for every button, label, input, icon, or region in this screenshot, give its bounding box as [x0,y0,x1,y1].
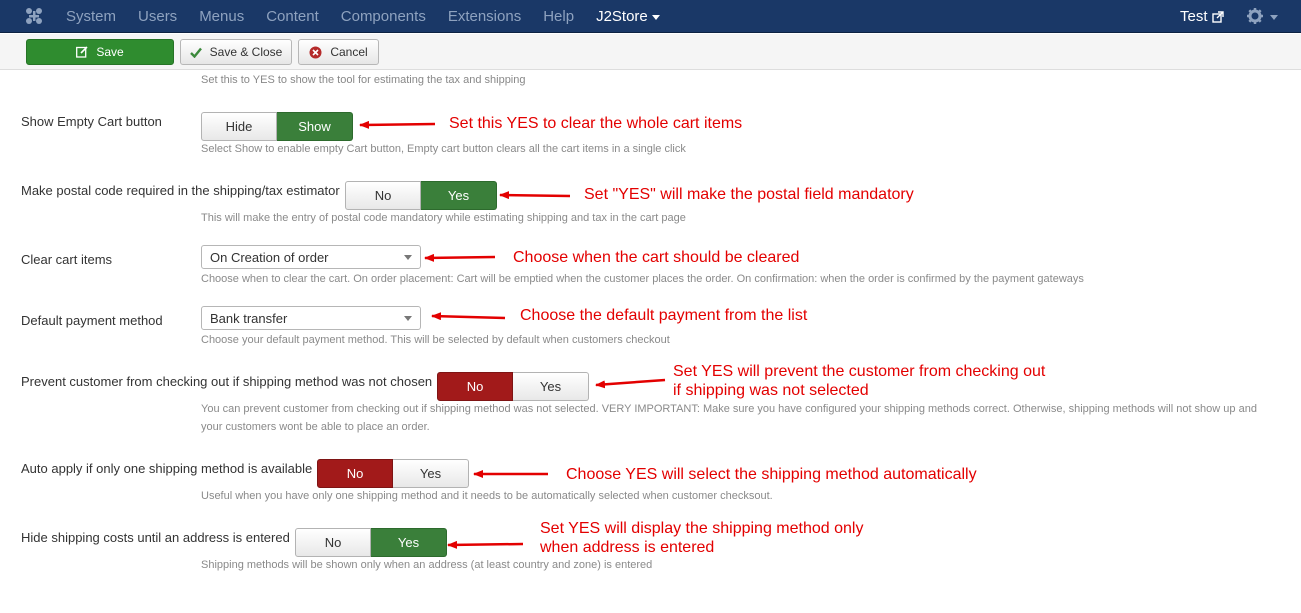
save-button[interactable]: Save [26,39,174,65]
prevent-checkout-toggle: No Yes [437,372,589,401]
menu-help[interactable]: Help [543,8,574,25]
edit-icon [76,46,88,58]
prevent-checkout-yes-option[interactable]: Yes [513,372,589,401]
menu-system[interactable]: System [66,8,116,25]
cancel-circle-icon [309,46,322,59]
auto-apply-toggle: No Yes [317,459,469,488]
prevent-checkout-annotation-line1: Set YES will prevent the customer from c… [673,363,1046,380]
external-link-icon [1211,10,1224,23]
menu-content[interactable]: Content [266,8,319,25]
gear-chevron-icon [1270,15,1278,20]
arrow-hide-shipping [447,540,524,549]
empty-cart-annotation: Set this YES to clear the whole cart ite… [449,115,743,132]
prevent-checkout-annotation-line2: if shipping was not selected [673,382,869,399]
clear-cart-selected-value: On Creation of order [210,249,329,265]
auto-apply-annotation: Choose YES will select the shipping meth… [566,466,977,483]
arrow-clear-cart [424,253,496,262]
chevron-down-icon [651,14,660,20]
select-arrow-icon [404,255,412,260]
user-menu[interactable]: Test [1180,0,1224,33]
menu-j2store-label: J2Store [596,8,648,25]
clear-cart-help: Choose when to clear the cart. On order … [201,273,1084,285]
arrow-prevent-checkout [595,378,666,389]
menu-j2store[interactable]: J2Store [596,8,660,25]
postal-required-help: This will make the entry of postal code … [201,212,686,224]
top-navbar: System Users Menus Content Components Ex… [0,0,1301,33]
postal-required-toggle: No Yes [345,181,497,210]
hide-shipping-toggle: No Yes [295,528,447,557]
empty-cart-help: Select Show to enable empty Cart button,… [201,143,686,155]
clear-cart-select[interactable]: On Creation of order [201,245,421,269]
auto-apply-help: Useful when you have only one shipping m… [201,490,773,502]
postal-required-label: Make postal code required in the shippin… [21,183,340,198]
payment-method-select[interactable]: Bank transfer [201,306,421,330]
hide-shipping-annotation-line1: Set YES will display the shipping method… [540,520,864,537]
hide-shipping-yes-option[interactable]: Yes [371,528,447,557]
save-button-label: Save [96,45,124,59]
cancel-button[interactable]: Cancel [298,39,379,65]
main-menu: System Users Menus Content Components Ex… [66,0,682,33]
prevent-checkout-help-line1: You can prevent customer from checking o… [201,403,1257,415]
hide-shipping-label: Hide shipping costs until an address is … [21,530,290,545]
gear-icon[interactable] [1246,7,1264,25]
save-close-button-label: Save & Close [209,45,283,59]
empty-cart-show-option[interactable]: Show [277,112,353,141]
clear-cart-label: Clear cart items [21,252,113,267]
menu-menus[interactable]: Menus [199,8,244,25]
auto-apply-label: Auto apply if only one shipping method i… [21,461,313,476]
toolbar: Save Save & Close Cancel [0,34,1301,70]
payment-method-label: Default payment method [21,313,163,328]
cancel-button-label: Cancel [330,45,368,59]
arrow-payment-method [431,312,506,321]
hide-shipping-annotation-line2: when address is entered [540,539,715,556]
hide-shipping-help: Shipping methods will be shown only when… [201,559,653,571]
prevent-checkout-help-line2: your customers wont be able to place an … [201,421,430,433]
save-close-button[interactable]: Save & Close [180,39,292,65]
user-name: Test [1180,8,1208,25]
arrow-postal-required [499,191,571,200]
payment-method-help: Choose your default payment method. This… [201,334,670,346]
check-icon [189,47,202,58]
payment-method-selected-value: Bank transfer [210,310,288,326]
estimator-help-text: Set this to YES to show the tool for est… [201,74,526,86]
hide-shipping-no-option[interactable]: No [295,528,371,557]
empty-cart-label: Show Empty Cart button [21,114,162,129]
menu-users[interactable]: Users [138,8,177,25]
menu-extensions[interactable]: Extensions [448,8,521,25]
joomla-logo-icon[interactable] [24,6,44,26]
clear-cart-annotation: Choose when the cart should be cleared [513,249,800,266]
payment-method-annotation: Choose the default payment from the list [520,307,808,324]
select-arrow-icon [404,316,412,321]
empty-cart-toggle: Hide Show [201,112,353,141]
prevent-checkout-no-option[interactable]: No [437,372,513,401]
empty-cart-hide-option[interactable]: Hide [201,112,277,141]
postal-required-yes-option[interactable]: Yes [421,181,497,210]
menu-components[interactable]: Components [341,8,426,25]
auto-apply-no-option[interactable]: No [317,459,393,488]
arrow-empty-cart [359,120,436,129]
auto-apply-yes-option[interactable]: Yes [393,459,469,488]
postal-required-annotation: Set "YES" will make the postal field man… [584,186,914,203]
postal-required-no-option[interactable]: No [345,181,421,210]
prevent-checkout-label: Prevent customer from checking out if sh… [21,374,433,389]
